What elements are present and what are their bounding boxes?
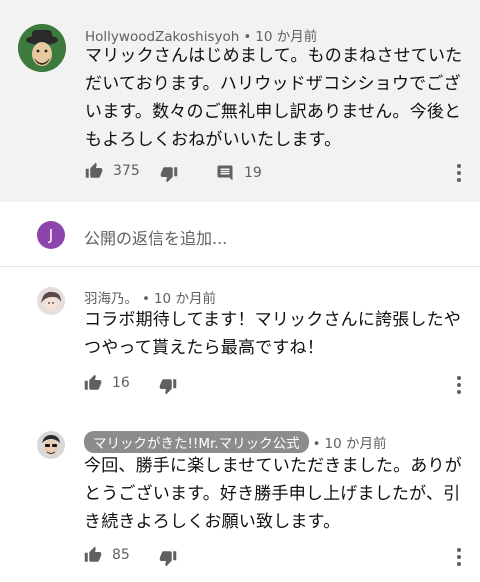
channel-owner-badge[interactable]: マリックがきた!!Mr.マリック公式 bbox=[84, 431, 309, 453]
comment-line: もよろしくおねがいいたします。 bbox=[85, 130, 342, 150]
comment-line: つやって貰えたら最高ですね！ bbox=[84, 338, 324, 358]
more-options-icon[interactable] bbox=[455, 547, 463, 567]
comment-line: 今回、勝手に楽しませていただきました。ありが bbox=[84, 456, 462, 476]
comment-line: とうございます。好き勝手申し上げましたが、引 bbox=[84, 484, 461, 504]
like-button[interactable]: 375 bbox=[85, 162, 140, 180]
meta-separator: • bbox=[142, 291, 150, 307]
avatar[interactable] bbox=[18, 24, 66, 72]
divider bbox=[0, 266, 480, 267]
comment-meta: 羽海乃。 • 10 か月前 bbox=[84, 287, 216, 307]
user-avatar: J bbox=[37, 221, 65, 249]
comment-text: 今回、勝手に楽しませていただきました。ありが とうございます。好き勝手申し上げま… bbox=[84, 452, 462, 536]
thumbs-up-icon bbox=[84, 546, 102, 562]
like-button[interactable]: 16 bbox=[84, 374, 130, 392]
comment-line: マリックさんはじめまして。ものまねさせていた bbox=[85, 46, 463, 66]
thumbs-down-icon bbox=[159, 379, 177, 395]
reply-input[interactable]: 公開の返信を追加... bbox=[84, 225, 227, 249]
comment-time[interactable]: 10 か月前 bbox=[154, 291, 216, 307]
more-options-icon[interactable] bbox=[455, 375, 463, 395]
dislike-button[interactable] bbox=[159, 549, 177, 567]
comment-line: き続きよろしくお願い致します。 bbox=[84, 512, 341, 532]
dislike-button[interactable] bbox=[160, 165, 178, 183]
meta-separator: • bbox=[312, 436, 321, 452]
comment-icon bbox=[217, 165, 233, 181]
comment-time[interactable]: 10 か月前 bbox=[325, 436, 387, 452]
avatar[interactable] bbox=[37, 431, 65, 459]
avatar[interactable] bbox=[37, 287, 65, 315]
thumbs-up-icon bbox=[85, 162, 103, 178]
comment-line: だいております。ハリウッドザコシショウでござ bbox=[85, 74, 461, 94]
reply-count-button[interactable]: 19 bbox=[216, 164, 262, 182]
thumbs-down-icon bbox=[160, 167, 178, 183]
thumbs-up-icon bbox=[84, 374, 102, 390]
comment-text: コラボ期待してます！マリックさんに誇張したや つやって貰えたら最高ですね！ bbox=[84, 306, 461, 362]
thumbs-down-icon bbox=[159, 551, 177, 567]
like-button[interactable]: 85 bbox=[84, 546, 130, 564]
comment-text: マリックさんはじめまして。ものまねさせていた だいております。ハリウッドザコシシ… bbox=[85, 42, 462, 154]
like-count: 16 bbox=[112, 375, 130, 391]
comment-meta: マリックがきた!!Mr.マリック公式 • 10 か月前 bbox=[84, 431, 387, 453]
reply-bar bbox=[0, 203, 480, 266]
more-options-icon[interactable] bbox=[455, 163, 463, 183]
reply-count: 19 bbox=[244, 165, 262, 181]
dislike-button[interactable] bbox=[159, 377, 177, 395]
like-count: 375 bbox=[113, 163, 140, 179]
like-count: 85 bbox=[112, 547, 130, 563]
comment-author[interactable]: 羽海乃。 bbox=[84, 291, 138, 307]
comment-line: コラボ期待してます！マリックさんに誇張したや bbox=[84, 310, 462, 330]
comment-line: います。数々のご無礼申し訳ありません。今後と bbox=[85, 102, 462, 122]
